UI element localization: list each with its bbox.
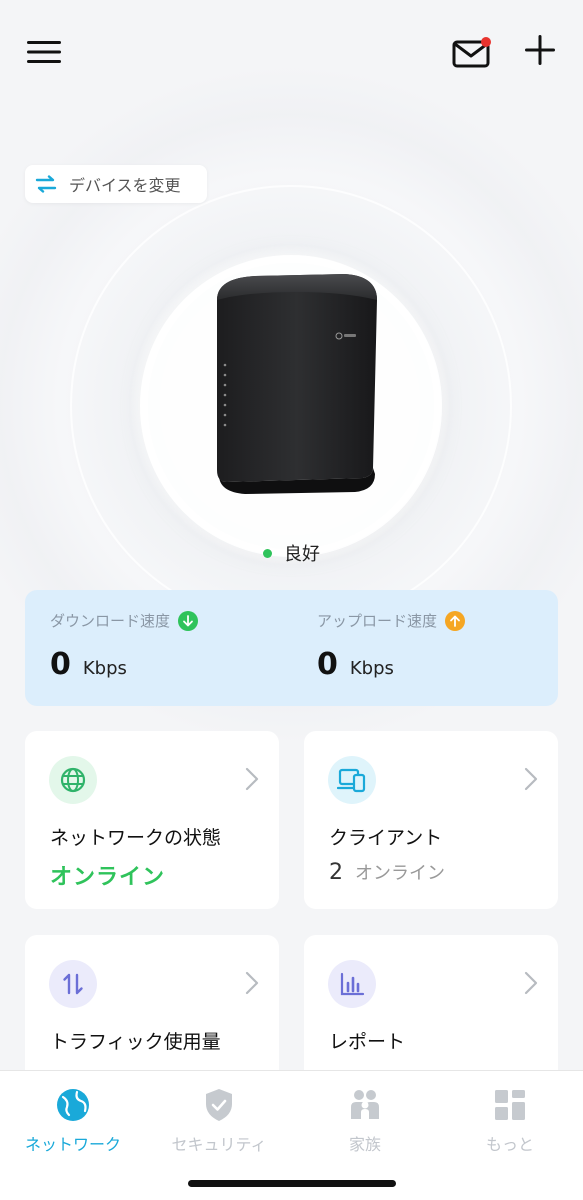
network-status-tile[interactable]: ネットワークの状態 オンライン (25, 731, 279, 909)
status-dot (263, 548, 272, 558)
traffic-arrows-icon (49, 960, 97, 1008)
tab-family-label: 家族 (348, 1135, 381, 1154)
bar-chart-icon (328, 960, 376, 1008)
shield-icon (206, 1089, 232, 1121)
menu-button[interactable] (22, 30, 66, 74)
download-speed-value: 0 (50, 647, 71, 682)
change-device-button[interactable]: デバイスを変更 (25, 165, 207, 203)
tab-network-label: ネットワーク (24, 1135, 121, 1154)
arrow-down-icon (178, 610, 199, 631)
clients-count: 2 (329, 860, 343, 885)
chevron-right-icon (524, 767, 538, 791)
arrow-up-icon (445, 610, 466, 631)
swap-arrows-icon (35, 175, 57, 193)
family-icon (351, 1090, 379, 1119)
home-indicator (188, 1180, 396, 1187)
router-status: 良好 (0, 540, 583, 566)
clients-summary: 2 オンライン (329, 859, 445, 885)
status-text: 良好 (284, 544, 320, 565)
globe-icon (49, 756, 97, 804)
app-screen: デバイスを変更 良好 ダウンロード速度 0 Kbps アップロード速度 0 Kb… (0, 0, 583, 1200)
messages-button[interactable] (450, 30, 494, 74)
network-status-title: ネットワークの状態 (50, 827, 222, 849)
clients-title: クライアント (329, 827, 443, 849)
chevron-right-icon (245, 971, 259, 995)
mail-icon (452, 37, 491, 68)
traffic-usage-title: トラフィック使用量 (50, 1031, 221, 1053)
plus-icon (525, 35, 555, 65)
hamburger-menu-icon (27, 41, 61, 63)
network-status-value: オンライン (50, 865, 166, 890)
change-device-label: デバイスを変更 (69, 176, 181, 195)
devices-icon (328, 756, 376, 804)
chevron-right-icon (524, 971, 538, 995)
tab-network[interactable]: ネットワーク (0, 1087, 146, 1155)
report-title: レポート (329, 1031, 406, 1053)
speed-card: ダウンロード速度 0 Kbps アップロード速度 0 Kbps (25, 590, 558, 706)
add-button[interactable] (518, 28, 562, 72)
grid-icon (495, 1090, 525, 1120)
tab-family[interactable]: 家族 (292, 1087, 438, 1155)
download-speed-label: ダウンロード速度 (50, 612, 171, 630)
router-image[interactable] (205, 270, 385, 505)
chevron-right-icon (245, 767, 259, 791)
tab-more[interactable]: もっと (437, 1087, 583, 1155)
globe-icon (57, 1089, 89, 1121)
tab-security[interactable]: セキュリティ (146, 1087, 292, 1155)
tab-security-label: セキュリティ (171, 1135, 267, 1154)
tab-more-label: もっと (485, 1135, 534, 1154)
download-speed-unit: Kbps (82, 658, 127, 679)
upload-speed: アップロード速度 0 Kbps (317, 610, 466, 682)
upload-speed-value: 0 (317, 647, 338, 682)
upload-speed-unit: Kbps (349, 658, 394, 679)
upload-speed-label: アップロード速度 (317, 612, 438, 630)
clients-status: オンライン (355, 863, 445, 884)
clients-tile[interactable]: クライアント 2 オンライン (304, 731, 558, 909)
download-speed: ダウンロード速度 0 Kbps (50, 610, 199, 682)
